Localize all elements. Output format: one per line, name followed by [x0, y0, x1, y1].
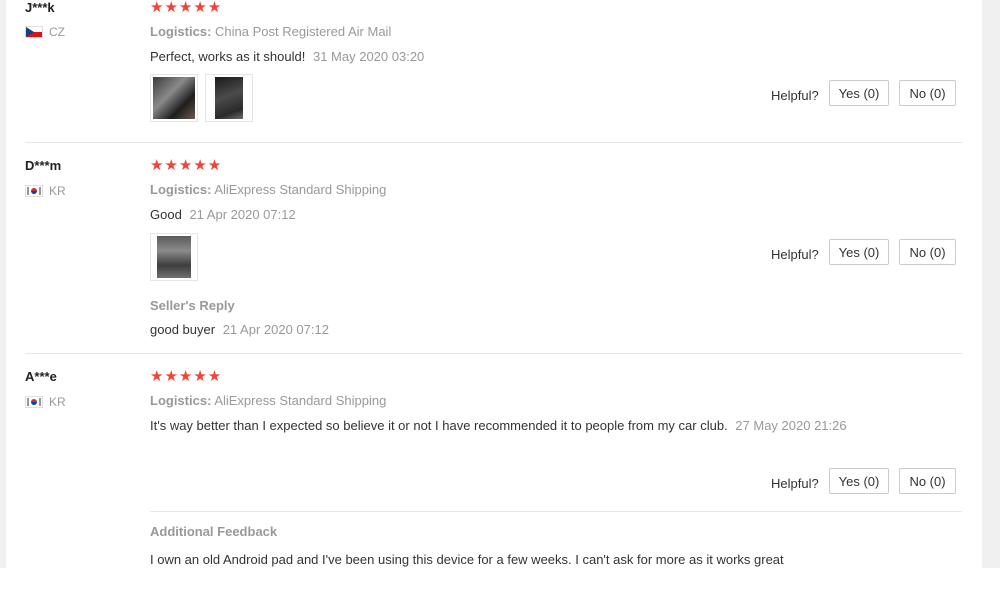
- country-code: KR: [49, 395, 66, 409]
- review-text: Perfect, works as it should!: [150, 49, 306, 64]
- review-photo-thumbnail[interactable]: [150, 74, 198, 122]
- review-item: D***m KR ★★★★★ Logistics: AliExpress Sta…: [0, 143, 982, 354]
- page-right-gutter: [982, 0, 1000, 568]
- buyer-country: KR: [25, 184, 66, 198]
- helpful-yes-button[interactable]: Yes (0): [829, 80, 889, 106]
- flag-cz-icon: [25, 26, 43, 38]
- seller-reply-content: good buyer 21 Apr 2020 07:12: [150, 320, 850, 339]
- helpful-no-button[interactable]: No (0): [899, 239, 956, 265]
- country-code: KR: [49, 184, 66, 198]
- helpful-no-button[interactable]: No (0): [899, 80, 956, 106]
- logistics-label: Logistics:: [150, 24, 212, 39]
- review-content: It's way better than I expected so belie…: [150, 416, 850, 435]
- review-content: Good 21 Apr 2020 07:12: [150, 205, 850, 224]
- buyer-name: A***e: [25, 369, 57, 384]
- seller-reply-date: 21 Apr 2020 07:12: [222, 322, 329, 337]
- helpful-label: Helpful?: [771, 476, 819, 491]
- star-rating: ★★★★★: [150, 368, 223, 385]
- country-code: CZ: [49, 25, 65, 39]
- logistics-info: Logistics: AliExpress Standard Shipping: [150, 182, 386, 197]
- logistics-label: Logistics:: [150, 182, 212, 197]
- logistics-method: AliExpress Standard Shipping: [214, 393, 387, 408]
- review-date: 27 May 2020 21:26: [735, 418, 847, 433]
- seller-reply-text: good buyer: [150, 322, 216, 337]
- helpful-label: Helpful?: [771, 247, 819, 262]
- additional-feedback-title: Additional Feedback: [150, 524, 278, 539]
- logistics-label: Logistics:: [150, 393, 212, 408]
- additional-feedback-divider: [150, 511, 962, 512]
- star-rating: ★★★★★: [150, 0, 223, 16]
- additional-feedback-content: I own an old Android pad and I've been u…: [150, 550, 930, 569]
- additional-feedback-text: I own an old Android pad and I've been u…: [150, 552, 784, 567]
- logistics-info: Logistics: AliExpress Standard Shipping: [150, 393, 386, 408]
- helpful-yes-button[interactable]: Yes (0): [829, 239, 889, 265]
- review-text: Good: [150, 207, 182, 222]
- flag-kr-icon: [25, 396, 43, 408]
- buyer-name: D***m: [25, 158, 62, 173]
- review-date: 21 Apr 2020 07:12: [189, 207, 296, 222]
- review-item: J***k CZ ★★★★★ Logistics: China Post Reg…: [0, 0, 982, 143]
- buyer-country: KR: [25, 395, 66, 409]
- helpful-yes-button[interactable]: Yes (0): [829, 468, 889, 494]
- helpful-label: Helpful?: [771, 88, 819, 103]
- review-photo-thumbnail[interactable]: [205, 74, 253, 122]
- review-date: 31 May 2020 03:20: [312, 49, 425, 64]
- logistics-method: China Post Registered Air Mail: [215, 24, 392, 39]
- seller-reply-title: Seller's Reply: [150, 298, 235, 313]
- review-photo-thumbnail[interactable]: [150, 233, 198, 281]
- review-item: A***e KR ★★★★★ Logistics: AliExpress Sta…: [0, 354, 982, 594]
- review-text: It's way better than I expected so belie…: [150, 418, 728, 433]
- buyer-name: J***k: [25, 0, 55, 15]
- logistics-method: AliExpress Standard Shipping: [214, 182, 387, 197]
- logistics-info: Logistics: China Post Registered Air Mai…: [150, 24, 391, 39]
- star-rating: ★★★★★: [150, 157, 223, 174]
- review-content: Perfect, works as it should! 31 May 2020…: [150, 47, 850, 66]
- buyer-country: CZ: [25, 25, 65, 39]
- helpful-no-button[interactable]: No (0): [899, 468, 956, 494]
- flag-kr-icon: [25, 185, 43, 197]
